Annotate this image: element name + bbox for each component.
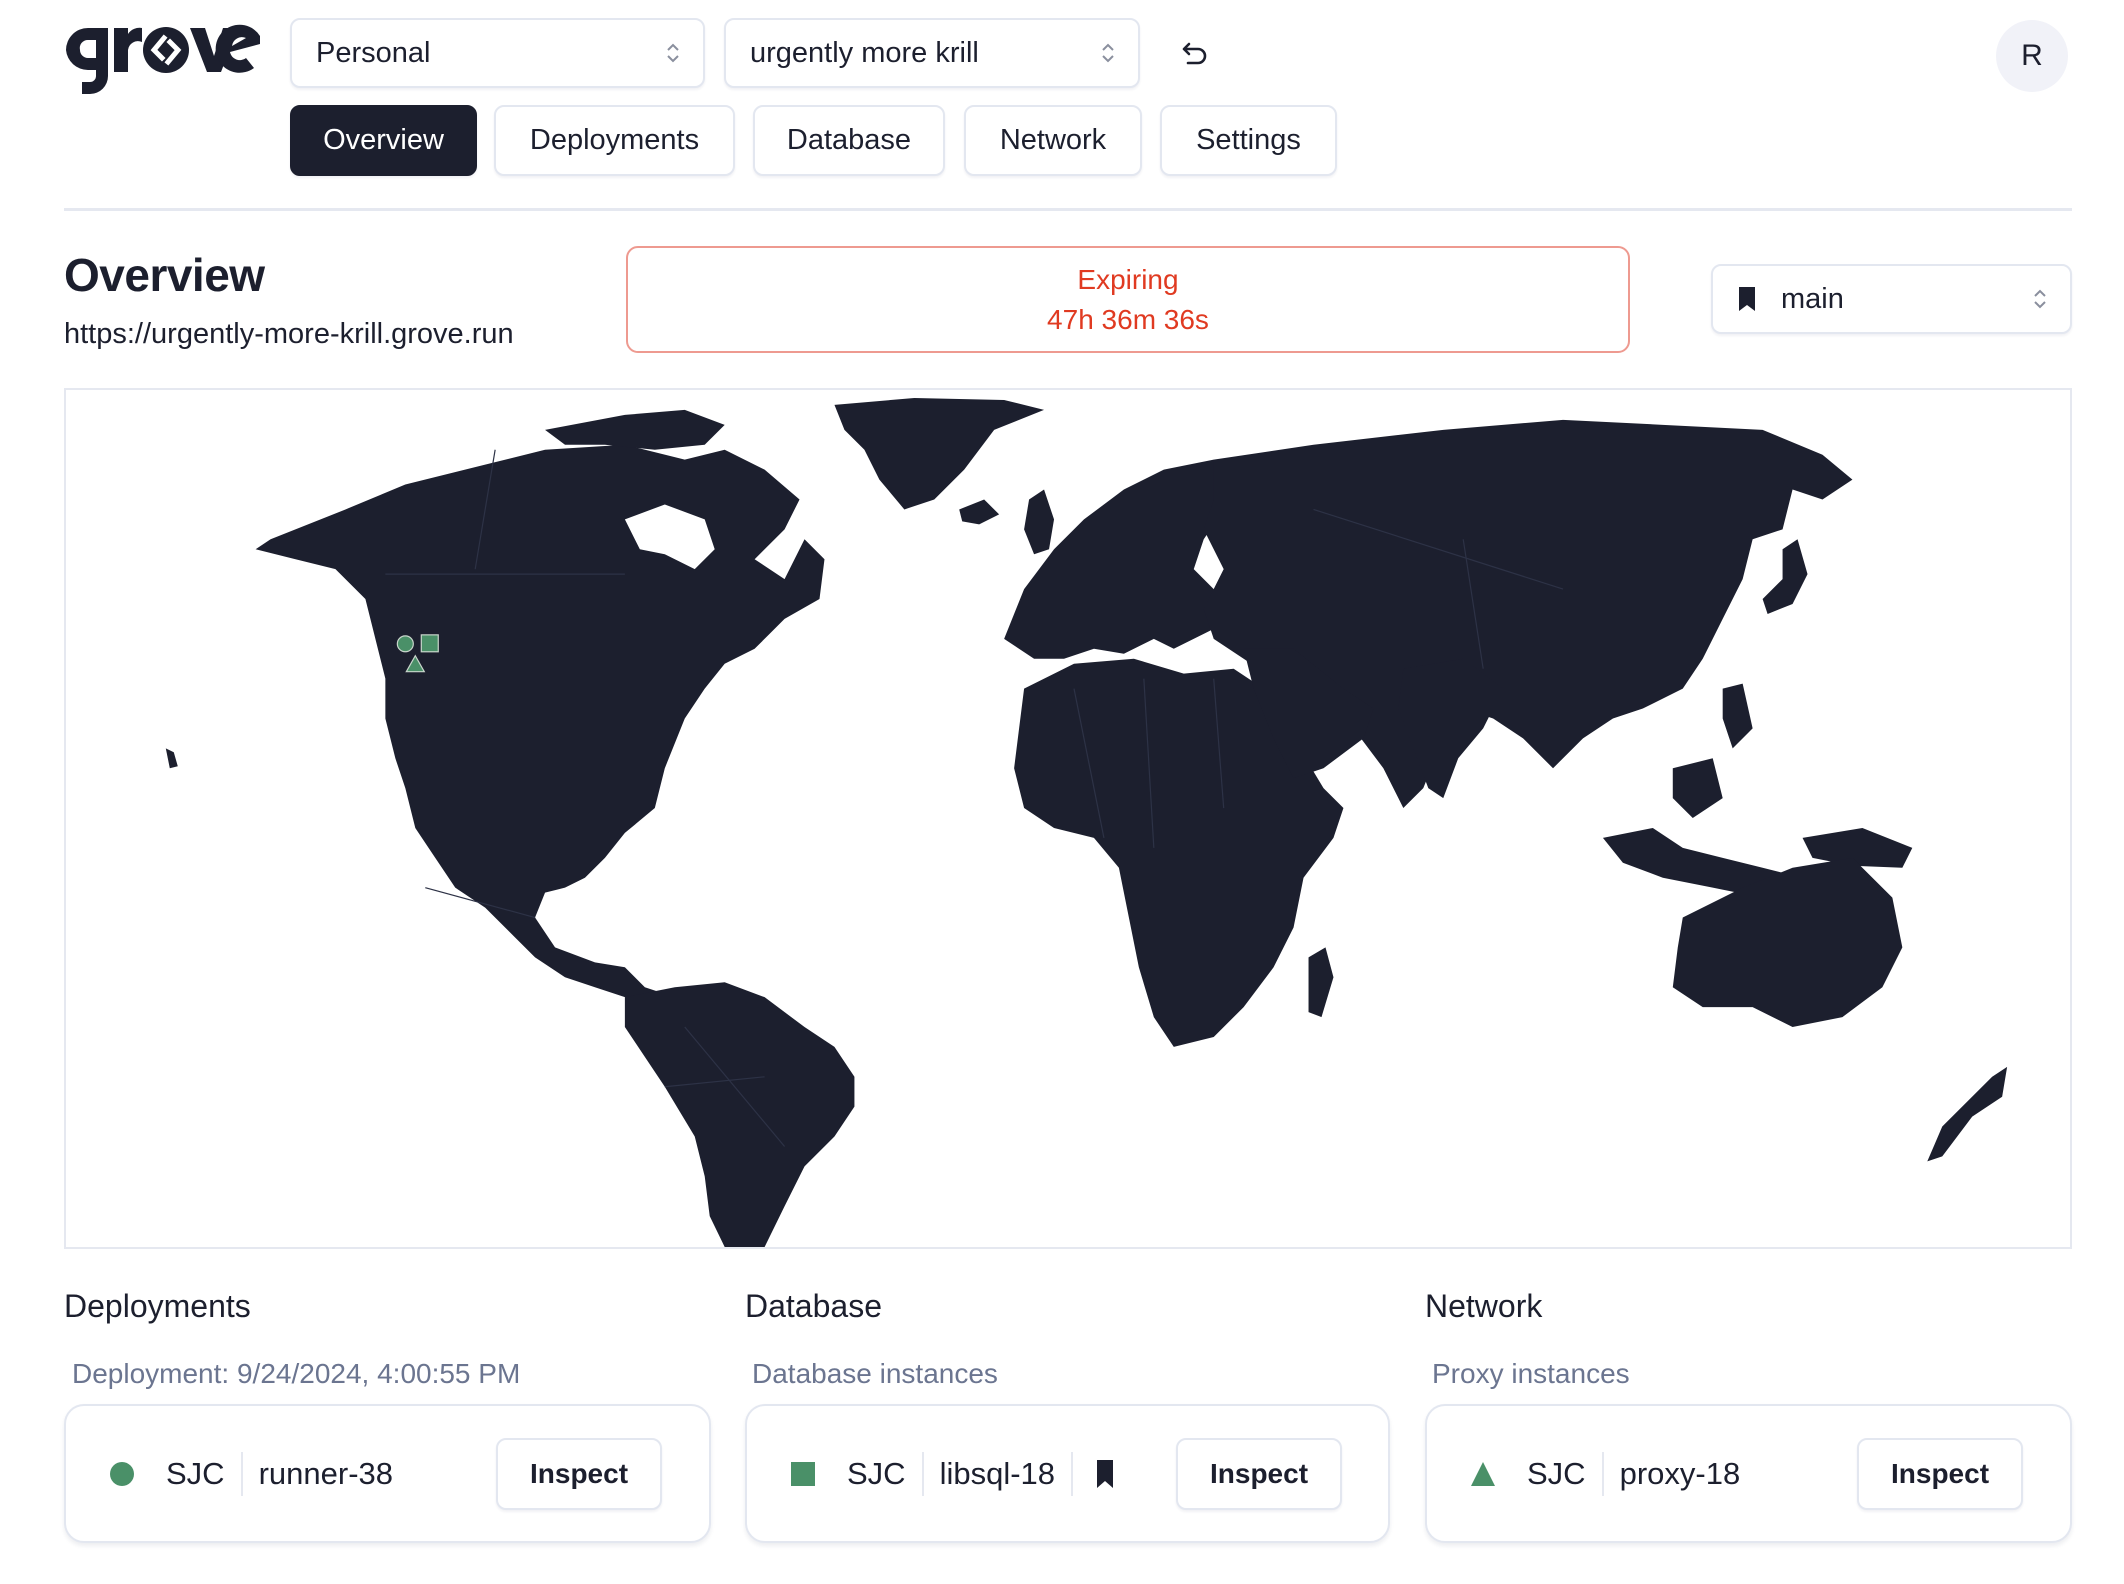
header-divider [64,208,2072,211]
page-title: Overview [64,249,265,301]
separator [1601,1451,1604,1496]
inspect-database-button[interactable]: Inspect [1176,1438,1342,1510]
user-avatar[interactable]: R [1996,20,2068,92]
tab-label: Settings [1196,124,1301,156]
workspace-select[interactable]: Personal [290,18,705,88]
bookmark-icon [1097,1459,1114,1488]
proxy-name: proxy-18 [1619,1455,1741,1491]
undo-arrow-icon [1182,42,1207,65]
separator [240,1451,243,1496]
database-square-icon [791,1461,815,1486]
database-card: SJC libsql-18 Inspect [745,1404,1390,1543]
branch-select-value: main [1781,282,1844,315]
project-url-link[interactable]: https://urgently-more-krill.grove.run [64,318,514,351]
grove-logo[interactable] [62,14,262,98]
chevron-up-down-icon [2034,289,2046,309]
database-region: SJC [847,1455,906,1491]
proxy-region: SJC [1527,1455,1586,1491]
workspace-select-value: Personal [316,36,431,69]
tab-database[interactable]: Database [753,105,945,176]
network-card: SJC proxy-18 Inspect [1425,1404,2072,1543]
chevron-up-down-icon [1102,43,1114,63]
network-section-subtitle: Proxy instances [1432,1358,1630,1389]
separator [921,1451,924,1496]
tab-label: Database [786,124,912,156]
madagascar [1308,947,1334,1018]
arctic-islands [545,409,725,450]
north-america [255,444,825,1013]
deployment-card: SJC runner-38 Inspect [64,1404,711,1543]
hawaii [165,748,178,769]
deployment-name: runner-38 [258,1455,393,1491]
europe [1004,459,1244,659]
new-guinea [1802,827,1913,868]
chevron-up-down-icon [667,43,679,63]
database-name: libsql-18 [939,1455,1056,1491]
undo-button[interactable] [1176,34,1216,74]
expiring-banner: Expiring 47h 36m 36s [626,246,1630,353]
tab-deployments[interactable]: Deployments [494,105,735,176]
expiring-countdown: 47h 36m 36s [1047,303,1209,335]
bookmark-icon [1739,287,1755,311]
philippines [1722,683,1753,749]
database-section-subtitle: Database instances [752,1358,998,1389]
deployment-region: SJC [166,1455,225,1491]
deployment-circle-icon [110,1461,134,1486]
tab-label: Deployments [529,124,700,156]
branch-select[interactable]: main [1711,264,2072,334]
expiring-label: Expiring [1077,263,1179,295]
inspect-deployment-button[interactable]: Inspect [496,1438,662,1510]
iceland [959,499,1000,525]
project-select-value: urgently more krill [750,36,979,69]
south-america [624,982,855,1247]
deployment-map-marker[interactable] [396,635,414,653]
separator [1071,1451,1074,1496]
new-zealand [1927,1066,2008,1162]
borneo [1672,758,1723,819]
grove-logo-icon [66,24,260,94]
world-map-svg [165,397,2008,1247]
greenland [834,397,1045,510]
avatar-initial: R [2021,39,2043,72]
landmasses [165,397,2008,1247]
japan [1762,539,1808,614]
tab-label: Overview [323,124,444,156]
network-section-title: Network [1425,1288,1543,1324]
world-map[interactable] [64,388,2072,1249]
tab-overview[interactable]: Overview [290,105,477,176]
database-map-marker[interactable] [420,634,439,653]
database-section-title: Database [745,1288,882,1324]
tab-settings[interactable]: Settings [1160,105,1337,176]
deployments-section-title: Deployments [64,1288,251,1324]
tab-label: Network [999,124,1107,156]
proxy-triangle-icon [1471,1461,1495,1486]
great-britain [1024,489,1055,555]
inspect-proxy-button[interactable]: Inspect [1857,1438,2023,1510]
deployments-section-subtitle: Deployment: 9/24/2024, 4:00:55 PM [72,1358,521,1389]
tab-network[interactable]: Network [964,105,1142,176]
project-select[interactable]: urgently more krill [724,18,1140,88]
